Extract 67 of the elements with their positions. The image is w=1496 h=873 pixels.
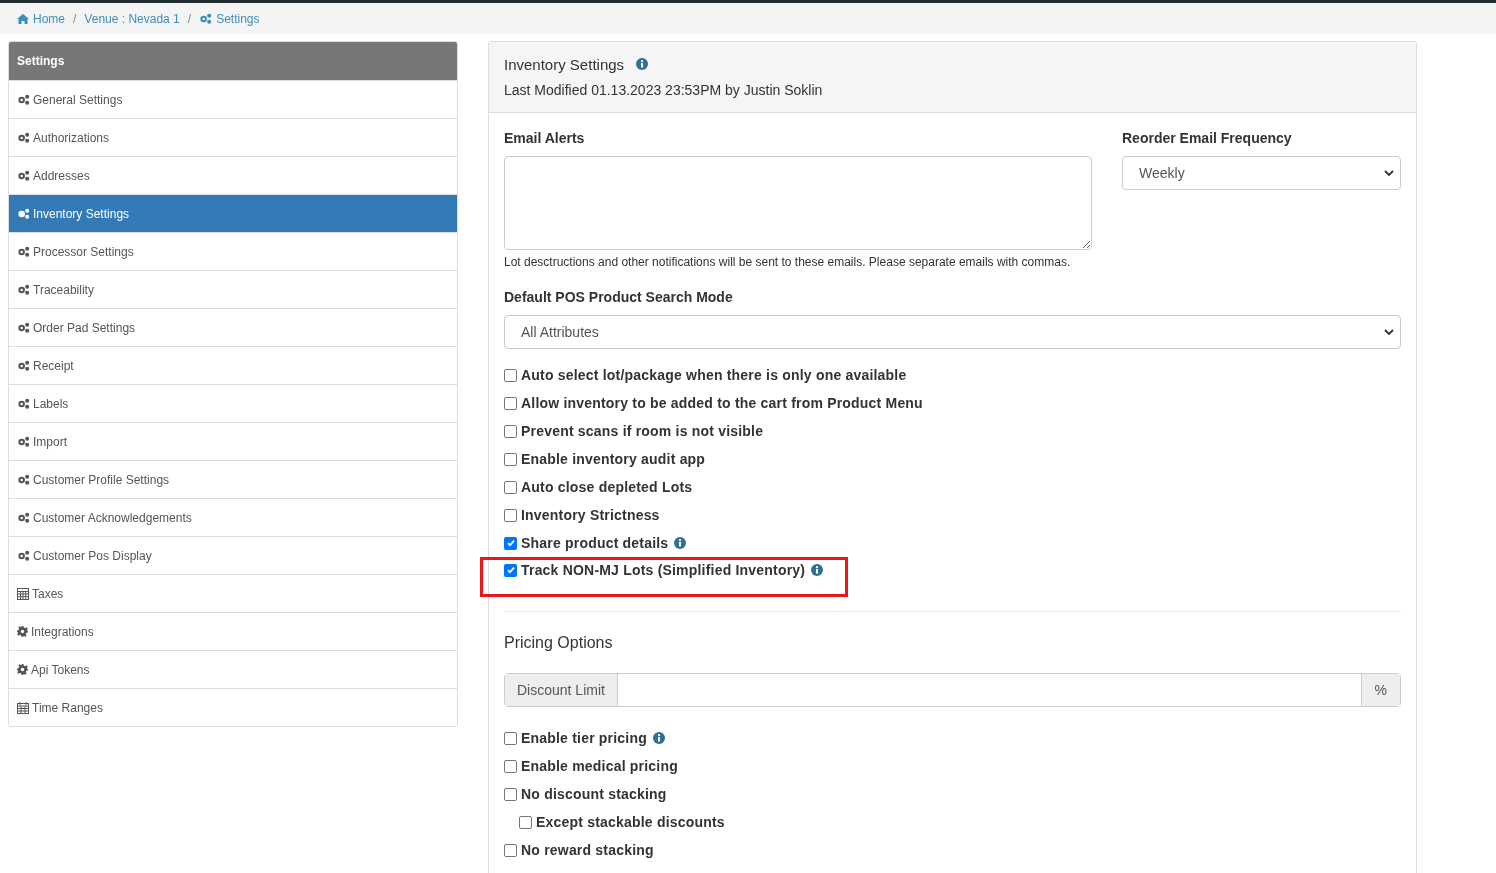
- last-modified-text: Last Modified 01.13.2023 23:53PM by Justin Soklin: [504, 81, 824, 100]
- checkbox[interactable]: [504, 396, 517, 410]
- chevron-down-icon: [1384, 170, 1394, 176]
- email-alerts-field[interactable]: [504, 156, 1092, 250]
- sidebar-item[interactable]: Time Ranges: [9, 688, 457, 726]
- sidebar-item[interactable]: Inventory Settings: [9, 194, 457, 232]
- checkbox[interactable]: [504, 843, 517, 857]
- checkbox[interactable]: [504, 480, 517, 494]
- field-label: Email Alerts: [504, 129, 586, 148]
- help-text: Lot desctructions and other notifications will be sent to these emails. Please separate emails with commas.: [504, 254, 1072, 271]
- option-label: Enable medical pricing: [521, 756, 678, 776]
- panel-title: Inventory Settings: [504, 54, 625, 75]
- option-label: Enable tier pricing: [521, 728, 647, 748]
- gears-icon: [17, 550, 30, 561]
- checkbox[interactable]: [504, 536, 517, 550]
- info-icon[interactable]: [652, 732, 665, 744]
- checkbox[interactable]: [504, 731, 517, 745]
- gears-icon: [17, 246, 30, 257]
- table-grid-icon: [17, 587, 29, 600]
- option-label: Share product details: [521, 533, 669, 553]
- gears-icon: [17, 132, 30, 143]
- sidebar-header: Settings: [9, 42, 457, 80]
- calendar-icon: [17, 701, 29, 714]
- gears-icon: [17, 170, 30, 181]
- discount-limit-field[interactable]: Discount Limit %: [504, 673, 1401, 707]
- checkbox[interactable]: [504, 368, 517, 382]
- option-label: Enable inventory audit app: [521, 449, 706, 469]
- gears-icon: [17, 512, 30, 523]
- option-label: No reward stacking: [521, 840, 654, 860]
- gears-icon: [17, 322, 30, 333]
- section-title: Pricing Options: [504, 633, 614, 653]
- home-icon: [17, 13, 29, 24]
- option-label: Inventory Strictness: [521, 505, 660, 525]
- gears-icon: [17, 208, 30, 219]
- checkbox[interactable]: [504, 508, 517, 522]
- option-label: Allow inventory to be added to the cart from Product Menu: [521, 393, 923, 413]
- checkbox[interactable]: [504, 787, 517, 801]
- gears-icon: [17, 398, 30, 409]
- gears-icon: [199, 13, 213, 24]
- gear-icon: [17, 664, 28, 675]
- gears-icon: [17, 94, 30, 105]
- gear-icon: [17, 626, 28, 637]
- field-label: Default POS Product Search Mode: [504, 288, 734, 307]
- breadcrumb-separator: /: [186, 10, 193, 28]
- option-label: Track NON-MJ Lots (Simplified Inventory): [521, 560, 806, 580]
- option-label: Auto select lot/package when there is only one available: [521, 365, 907, 385]
- option-label: No discount stacking: [521, 784, 667, 804]
- option-label: Prevent scans if room is not visible: [521, 421, 764, 441]
- option-label: Except stackable discounts: [536, 812, 725, 832]
- frequency-dropdown[interactable]: Weekly: [1122, 156, 1401, 190]
- checkbox[interactable]: [504, 759, 517, 773]
- info-icon[interactable]: [636, 58, 649, 70]
- gears-icon: [17, 474, 30, 485]
- chevron-down-icon: [1384, 329, 1394, 335]
- field-label: Reorder Email Frequency: [1122, 129, 1293, 148]
- option-label: Auto close depleted Lots: [521, 477, 693, 497]
- search-mode-dropdown[interactable]: All Attributes: [504, 315, 1401, 349]
- gears-icon: [17, 436, 30, 447]
- checkbox[interactable]: [504, 424, 517, 438]
- checkbox[interactable]: [504, 563, 517, 577]
- checkbox[interactable]: [519, 815, 532, 829]
- breadcrumb-separator: /: [72, 10, 78, 28]
- gears-icon: [17, 360, 30, 371]
- info-icon[interactable]: [811, 564, 824, 576]
- checkbox[interactable]: [504, 452, 517, 466]
- info-icon[interactable]: [674, 537, 687, 549]
- gears-icon: [17, 284, 30, 295]
